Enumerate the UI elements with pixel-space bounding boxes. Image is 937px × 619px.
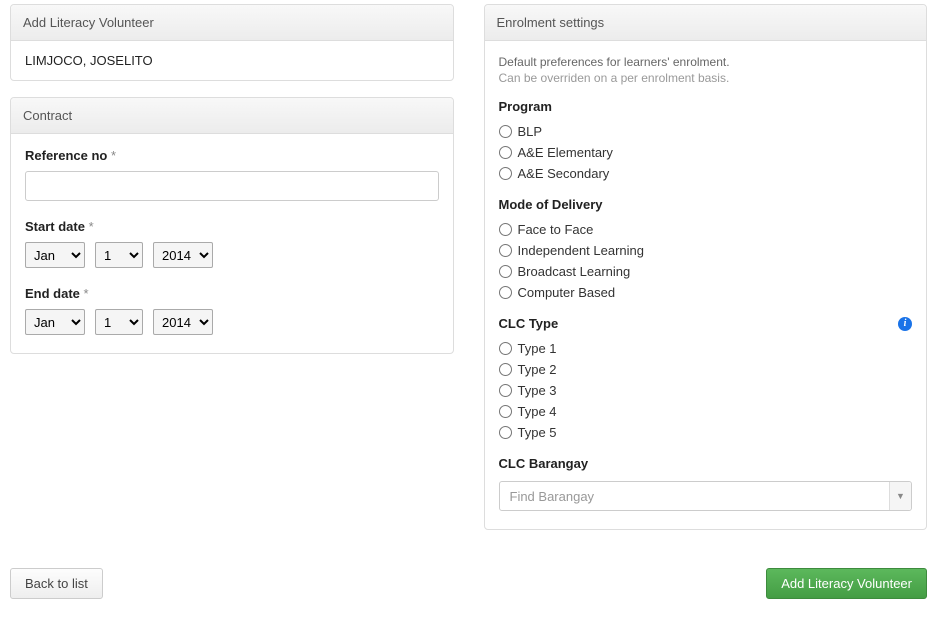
clc-type-label: CLC Type xyxy=(499,316,559,331)
enrolment-help-2: Can be overriden on a per enrolment basi… xyxy=(499,71,913,85)
info-icon[interactable]: i xyxy=(898,317,912,331)
clc-type-option[interactable]: Type 1 xyxy=(499,341,913,356)
program-option[interactable]: A&E Elementary xyxy=(499,145,913,160)
contract-panel: Contract Reference no Start date Jan 1 2… xyxy=(10,97,454,354)
clc-type-option[interactable]: Type 2 xyxy=(499,362,913,377)
program-label: Program xyxy=(499,99,913,114)
barangay-placeholder: Find Barangay xyxy=(510,489,595,504)
clc-type-radio[interactable] xyxy=(499,426,512,439)
reference-no-label: Reference no xyxy=(25,148,439,163)
mode-option-label: Broadcast Learning xyxy=(518,264,631,279)
clc-type-option[interactable]: Type 3 xyxy=(499,383,913,398)
clc-type-radio[interactable] xyxy=(499,342,512,355)
program-option-label: A&E Secondary xyxy=(518,166,610,181)
clc-type-option-label: Type 2 xyxy=(518,362,557,377)
mode-radio[interactable] xyxy=(499,223,512,236)
end-day-select[interactable]: 1 xyxy=(95,309,143,335)
mode-radio[interactable] xyxy=(499,286,512,299)
enrolment-settings-panel: Enrolment settings Default preferences f… xyxy=(484,4,928,530)
mode-option-label: Independent Learning xyxy=(518,243,645,258)
clc-type-option-label: Type 3 xyxy=(518,383,557,398)
mode-radio[interactable] xyxy=(499,265,512,278)
mode-option[interactable]: Broadcast Learning xyxy=(499,264,913,279)
clc-type-option-label: Type 1 xyxy=(518,341,557,356)
mode-radio-group: Face to Face Independent Learning Broadc… xyxy=(499,222,913,300)
clc-type-option[interactable]: Type 4 xyxy=(499,404,913,419)
start-day-select[interactable]: 1 xyxy=(95,242,143,268)
mode-label: Mode of Delivery xyxy=(499,197,913,212)
clc-type-radio-group: Type 1 Type 2 Type 3 Type 4 Type 5 xyxy=(499,341,913,440)
mode-option[interactable]: Face to Face xyxy=(499,222,913,237)
end-month-select[interactable]: Jan xyxy=(25,309,85,335)
start-month-select[interactable]: Jan xyxy=(25,242,85,268)
clc-type-option-label: Type 4 xyxy=(518,404,557,419)
end-year-select[interactable]: 2014 xyxy=(153,309,213,335)
back-to-list-button[interactable]: Back to list xyxy=(10,568,103,599)
clc-type-radio[interactable] xyxy=(499,384,512,397)
program-radio[interactable] xyxy=(499,146,512,159)
program-option-label: BLP xyxy=(518,124,543,139)
mode-option-label: Face to Face xyxy=(518,222,594,237)
volunteer-name: LIMJOCO, JOSELITO xyxy=(25,53,439,68)
clc-type-option-label: Type 5 xyxy=(518,425,557,440)
reference-no-input[interactable] xyxy=(25,171,439,201)
program-option-label: A&E Elementary xyxy=(518,145,613,160)
barangay-combobox[interactable]: Find Barangay ▼ xyxy=(499,481,913,511)
mode-option[interactable]: Computer Based xyxy=(499,285,913,300)
program-option[interactable]: BLP xyxy=(499,124,913,139)
enrolment-help-1: Default preferences for learners' enrolm… xyxy=(499,55,913,69)
mode-option-label: Computer Based xyxy=(518,285,616,300)
program-radio-group: BLP A&E Elementary A&E Secondary xyxy=(499,124,913,181)
clc-type-radio[interactable] xyxy=(499,363,512,376)
add-volunteer-panel: Add Literacy Volunteer LIMJOCO, JOSELITO xyxy=(10,4,454,81)
clc-barangay-label: CLC Barangay xyxy=(499,456,913,471)
end-date-label: End date xyxy=(25,286,439,301)
program-radio[interactable] xyxy=(499,167,512,180)
start-date-label: Start date xyxy=(25,219,439,234)
clc-type-radio[interactable] xyxy=(499,405,512,418)
add-literacy-volunteer-button[interactable]: Add Literacy Volunteer xyxy=(766,568,927,599)
program-radio[interactable] xyxy=(499,125,512,138)
program-option[interactable]: A&E Secondary xyxy=(499,166,913,181)
chevron-down-icon: ▼ xyxy=(889,482,911,510)
enrolment-settings-title: Enrolment settings xyxy=(485,5,927,41)
add-volunteer-title: Add Literacy Volunteer xyxy=(11,5,453,41)
mode-option[interactable]: Independent Learning xyxy=(499,243,913,258)
clc-type-option[interactable]: Type 5 xyxy=(499,425,913,440)
start-year-select[interactable]: 2014 xyxy=(153,242,213,268)
mode-radio[interactable] xyxy=(499,244,512,257)
contract-title: Contract xyxy=(11,98,453,134)
